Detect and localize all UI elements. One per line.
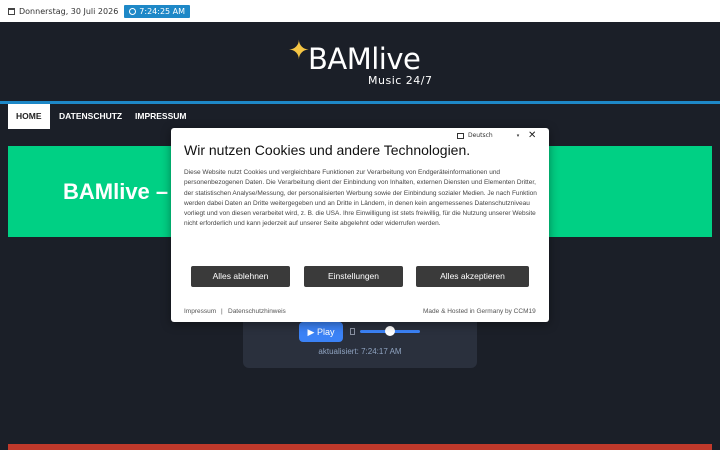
current-date: Donnerstag, 30 Juli 2026 [19, 6, 119, 16]
language-label: Deutsch [468, 132, 493, 139]
logo-tagline: Music 24/7 [368, 74, 433, 87]
current-time: 7:24:25 AM [139, 6, 186, 16]
cookie-description: Diese Website nutzt Cookies und vergleic… [184, 169, 537, 228]
reject-all-button[interactable]: Alles ablehnen [191, 266, 290, 287]
main-nav: HOME DATENSCHUTZ IMPRESSUM [0, 104, 720, 130]
footer-bar [8, 444, 712, 450]
nav-home[interactable]: HOME [8, 104, 50, 129]
updated-time: aktualisiert: 7:24:17 AM [318, 347, 402, 356]
nav-datenschutz[interactable]: DATENSCHUTZ [59, 104, 122, 129]
accept-all-button[interactable]: Alles akzeptieren [416, 266, 529, 287]
volume-icon [350, 328, 355, 335]
hosted-by-text: Made & Hosted in Germany by CCM19 [423, 308, 536, 315]
hero-title: BAMlive – [63, 179, 169, 204]
calendar-icon [8, 7, 15, 15]
settings-button[interactable]: Einstellungen [304, 266, 403, 287]
top-bar: Donnerstag, 30 Juli 2026 7:24:25 AM [0, 0, 720, 22]
play-button[interactable]: ▶ Play [299, 322, 343, 342]
close-icon[interactable]: ✕ [528, 130, 536, 141]
impressum-link[interactable]: Impressum [184, 308, 216, 315]
clock-badge: 7:24:25 AM [124, 4, 191, 18]
volume-slider-handle[interactable] [385, 326, 395, 336]
privacy-link[interactable]: Datenschutzhinweis [228, 308, 286, 315]
site-header: ✦ BAMlive Music 24/7 [0, 22, 720, 102]
cookie-title: Wir nutzen Cookies und andere Technologi… [184, 142, 471, 158]
logo-name: BAMlive [308, 42, 421, 76]
cookie-consent-dialog: Deutsch ▾ ✕ Wir nutzen Cookies und ander… [171, 128, 549, 322]
language-icon [457, 132, 464, 139]
language-selector[interactable]: Deutsch ▾ [457, 132, 519, 139]
nav-impressum[interactable]: IMPRESSUM [135, 104, 186, 129]
site-logo[interactable]: ✦ BAMlive Music 24/7 [288, 36, 458, 90]
footer-separator: | [221, 308, 223, 315]
clock-icon [129, 7, 137, 15]
star-icon: ✦ [288, 36, 310, 66]
chevron-down-icon: ▾ [516, 132, 520, 139]
